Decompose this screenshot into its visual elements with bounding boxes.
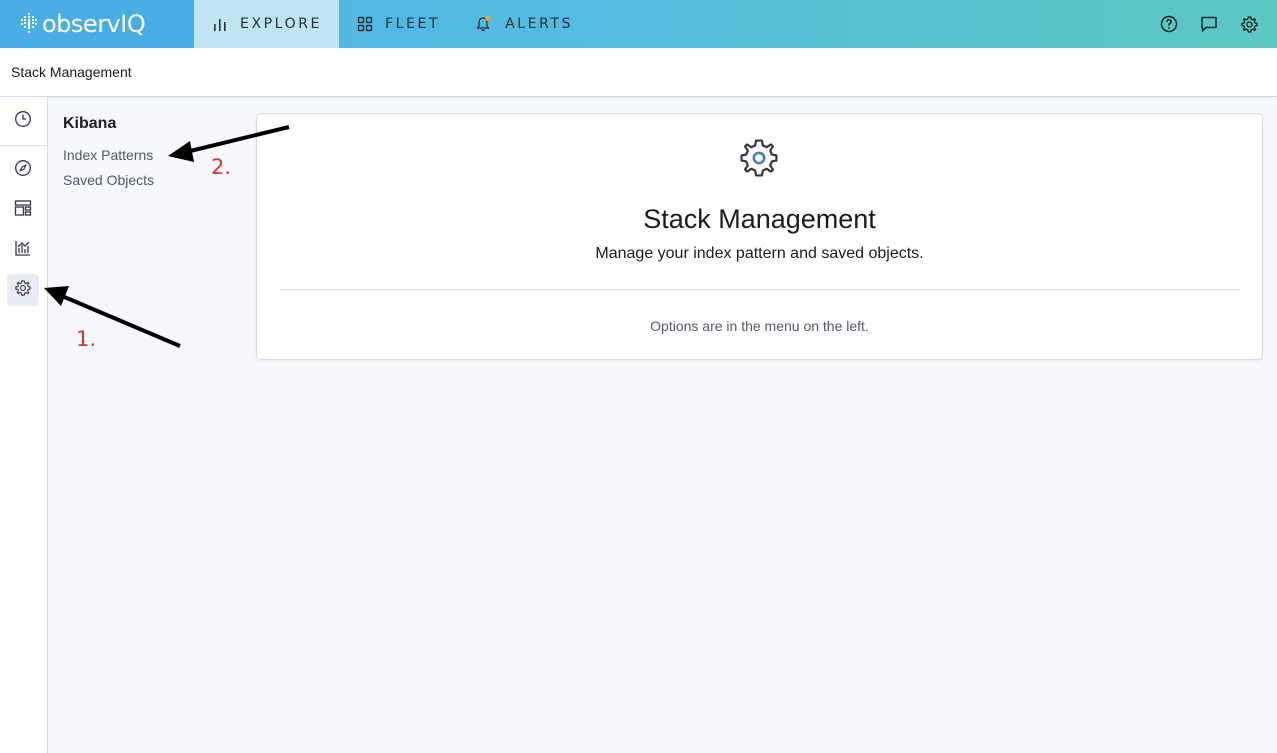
kibana-submenu: Kibana Index Patterns Saved Objects [63, 115, 154, 196]
bell-icon [475, 15, 493, 33]
annotation-step-2: 2. [211, 155, 232, 179]
gear-icon [14, 279, 32, 302]
clock-icon [14, 110, 32, 133]
tab-fleet-label: FLEET [384, 16, 441, 32]
submenu-item-index-patterns[interactable]: Index Patterns [63, 146, 154, 171]
submenu-title: Kibana [63, 115, 117, 132]
arrow-to-gear-button [44, 286, 181, 348]
visualize-icon [14, 239, 32, 262]
panel-subtitle: Manage your index pattern and saved obje… [595, 245, 924, 262]
compass-icon [14, 159, 32, 182]
side-icon-nav [0, 97, 48, 753]
brand-logo[interactable]: observIQ [0, 0, 194, 48]
feedback-icon[interactable] [1199, 14, 1219, 34]
bar-chart-icon [212, 16, 228, 32]
top-right-icons [1159, 14, 1277, 34]
sidenav-visualize-button[interactable] [7, 234, 39, 266]
tab-alerts[interactable]: ALERTS [457, 0, 590, 48]
annotation-step-1: 1. [76, 327, 97, 351]
dashboard-icon [14, 199, 32, 222]
gear-icon [737, 136, 781, 185]
settings-icon[interactable] [1239, 14, 1259, 34]
sidenav-divider [0, 145, 47, 146]
tab-fleet[interactable]: FLEET [339, 0, 457, 48]
tab-explore[interactable]: EXPLORE [194, 0, 339, 48]
sidenav-stack-management-button[interactable] [7, 274, 39, 306]
help-icon[interactable] [1159, 14, 1179, 34]
stack-management-panel: Stack Management Manage your index patte… [256, 113, 1263, 360]
sidenav-dashboard-button[interactable] [7, 194, 39, 226]
submenu-item-saved-objects[interactable]: Saved Objects [63, 171, 154, 196]
top-navigation-bar: observIQ EXPLORE FLEET ALERTS [0, 0, 1277, 48]
sidenav-discover-button[interactable] [7, 154, 39, 186]
panel-title: Stack Management [643, 204, 876, 234]
tab-alerts-label: ALERTS [505, 16, 574, 32]
brand-name: observIQ [42, 10, 146, 38]
observiq-logo-icon [20, 11, 38, 37]
grid-icon [357, 16, 373, 32]
tab-explore-label: EXPLORE [240, 16, 322, 32]
breadcrumb: Stack Management [11, 64, 132, 80]
panel-divider [281, 289, 1240, 290]
sidenav-recent-button[interactable] [7, 105, 39, 137]
page-header: Stack Management [0, 48, 1277, 97]
panel-note: Options are in the menu on the left. [650, 318, 869, 334]
